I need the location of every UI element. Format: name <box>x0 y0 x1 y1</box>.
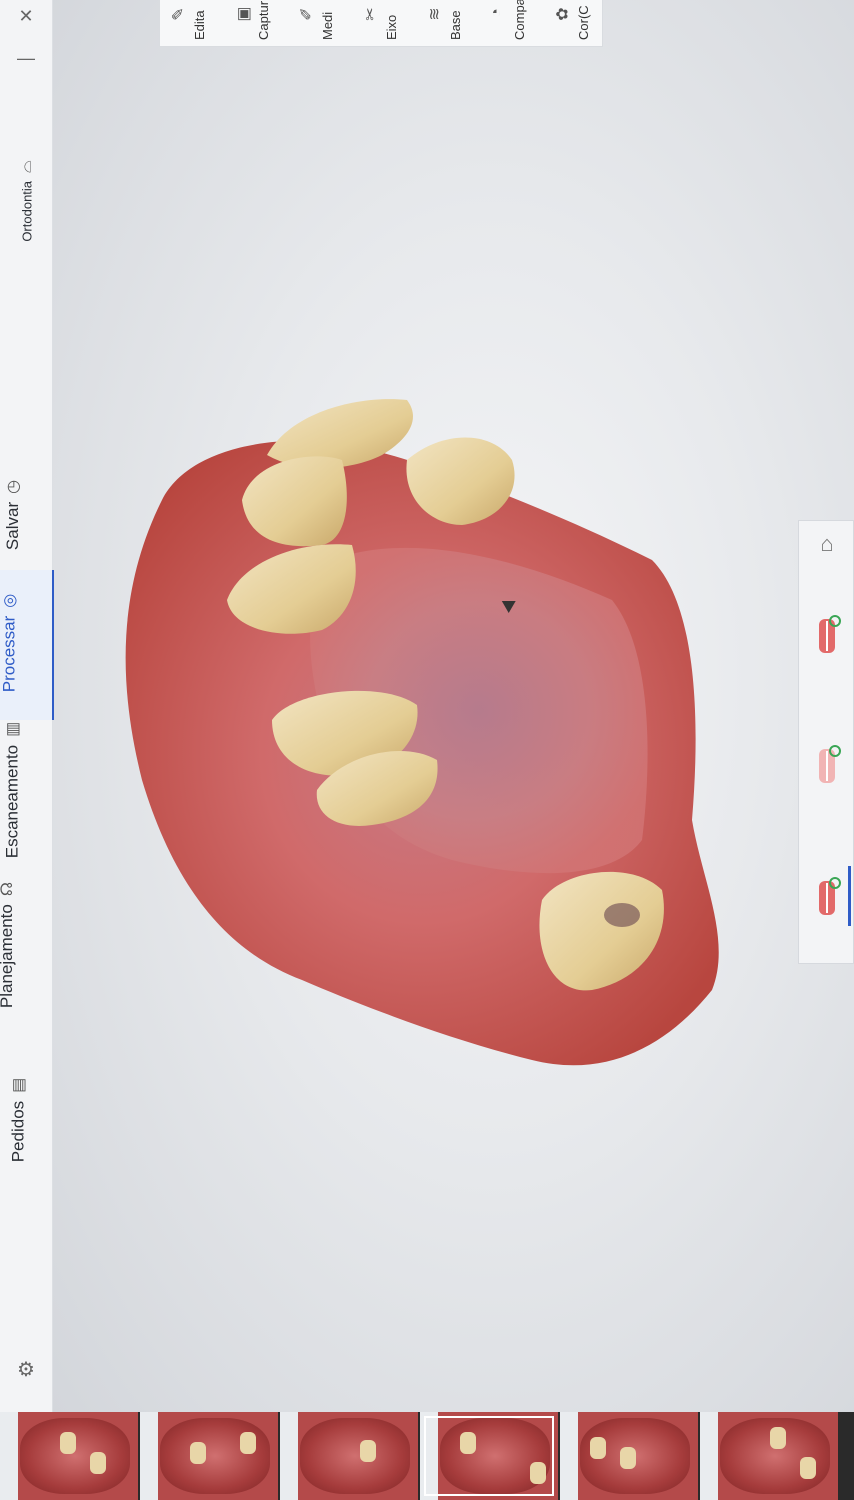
minimize-icon[interactable]: — <box>14 46 38 70</box>
upper-jaw-icon[interactable] <box>813 613 841 657</box>
gear-icon[interactable]: ⚙ <box>14 1358 38 1382</box>
tool-edit-label: Edita <box>192 10 207 40</box>
tool-base-label: Base <box>448 10 463 40</box>
nav-planejamento-label: Planejamento <box>0 904 17 1009</box>
capture-icon: ▣ <box>235 6 253 22</box>
nav-item-pedidos[interactable]: Pedidos ▤ <box>8 1078 28 1163</box>
thumbnail[interactable] <box>560 1412 698 1500</box>
clock-icon: ◷ <box>5 479 23 494</box>
thumbnail-strip <box>0 1412 854 1500</box>
tooth-icon: ⌓ <box>17 160 35 173</box>
tool-compare[interactable]: ◔ Compa <box>484 0 548 46</box>
tool-color[interactable]: ✿ Cor(C <box>548 0 612 46</box>
tooth-cavity <box>604 903 640 927</box>
home-view-icon[interactable]: ⌂ <box>813 531 841 575</box>
jaw-selector-panel: ⌂ <box>798 520 854 964</box>
nav-pedidos-label: Pedidos <box>8 1100 28 1163</box>
module-ortodontia[interactable]: Ortodontia ⌓ <box>18 160 36 241</box>
lower-jaw-icon[interactable] <box>813 743 841 787</box>
tool-base[interactable]: ≋ Base <box>420 0 484 46</box>
nav-escaneamento-label: Escaneamento <box>2 744 22 859</box>
compare-icon: ◔ <box>487 8 505 18</box>
both-jaws-icon[interactable] <box>813 875 841 919</box>
jaw-selected-indicator <box>848 866 851 926</box>
3d-viewport[interactable] <box>52 0 854 1412</box>
process-icon: ◎ <box>1 593 19 608</box>
ruler-icon: ✐ <box>298 7 316 21</box>
close-icon[interactable]: ✕ <box>14 4 38 28</box>
tool-axis[interactable]: ✂ Eixo <box>356 0 420 46</box>
color-icon: ✿ <box>554 7 572 21</box>
nav-item-escaneamento[interactable]: Escaneamento ▥ <box>2 722 22 859</box>
tool-capture[interactable]: ▣ Captur <box>228 0 292 46</box>
tool-capture-label: Captur <box>256 0 271 40</box>
scanner-icon: ▥ <box>4 721 22 737</box>
thumbnail-selected[interactable] <box>420 1412 558 1500</box>
tool-compare-label: Compa <box>512 0 527 40</box>
nav-processar-label: Processar <box>0 615 19 693</box>
orders-icon: ▤ <box>10 1077 28 1093</box>
dental-model[interactable] <box>52 0 854 1412</box>
thumbnail[interactable] <box>140 1412 278 1500</box>
edit-icon: ✎ <box>170 7 188 21</box>
nav-item-processar[interactable]: Processar ◎ <box>0 594 19 693</box>
tool-measure-label: Medi <box>320 11 335 40</box>
tool-color-label: Cor(C <box>576 5 591 40</box>
tool-axis-label: Eixo <box>384 14 399 40</box>
tool-strip: ✎ Edita ▣ Captur ✐ Medi ✂ Eixo ≋ Base ◔ … <box>159 0 603 47</box>
nav-salvar-label: Salvar <box>3 501 23 551</box>
thumbnail[interactable] <box>700 1412 838 1500</box>
module-label: Ortodontia <box>19 180 35 242</box>
layers-icon: ≋ <box>426 7 444 21</box>
tool-measure[interactable]: ✐ Medi <box>292 0 356 46</box>
axis-icon: ✂ <box>362 7 380 21</box>
nav-item-salvar[interactable]: Salvar ◷ <box>3 480 23 550</box>
tooth-plan-icon: ☊ <box>0 881 17 897</box>
main-nav: ✕ — Ortodontia ⌓ Salvar ◷ Processar ◎ Es… <box>0 0 54 1412</box>
nav-item-planejamento[interactable]: Planejamento ☊ <box>0 882 17 1008</box>
tool-edit[interactable]: ✎ Edita <box>164 0 228 46</box>
thumbnail[interactable] <box>280 1412 418 1500</box>
thumbnail[interactable] <box>0 1412 138 1500</box>
